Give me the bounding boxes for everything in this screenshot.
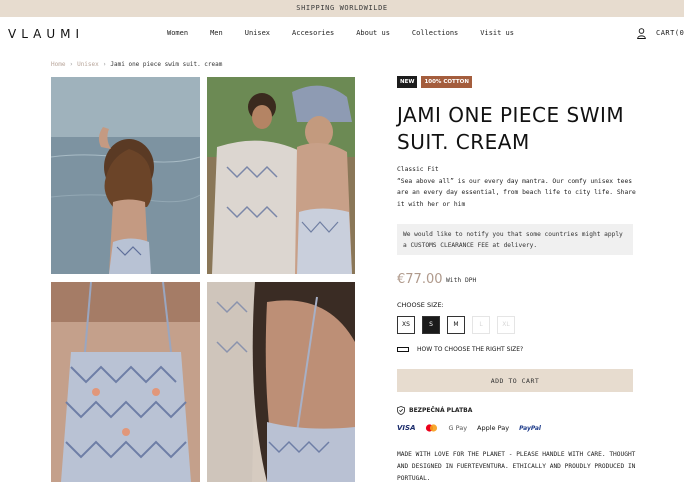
nav-item-men[interactable]: Men	[210, 29, 223, 37]
product-photo-couple[interactable]	[207, 77, 355, 274]
size-option-l[interactable]: L	[472, 316, 490, 334]
breadcrumb-separator-icon: ›	[102, 61, 107, 68]
product-fit: Classic Fit	[397, 166, 439, 173]
product-description: Classic Fit “Sea above all” is our every…	[397, 164, 637, 210]
site-logo[interactable]: VLAUMI	[8, 27, 84, 41]
badge-new: NEW	[397, 76, 418, 88]
product-price: €77.00	[397, 272, 443, 287]
add-to-cart-button[interactable]: ADD TO CART	[397, 369, 633, 392]
nav-item-women[interactable]: Women	[167, 29, 188, 37]
breadcrumb: Home › Unisex › Jami one piece swim suit. cr…	[51, 61, 222, 68]
size-option-xl[interactable]: XL	[497, 316, 515, 334]
size-selector: XS S M L XL	[397, 316, 515, 334]
breadcrumb-home[interactable]: Home	[51, 61, 65, 68]
apple-pay-icon: Apple Pay	[477, 424, 510, 432]
customs-notice: We would like to notify you that some co…	[397, 224, 633, 255]
secure-payment-label: BEZPEČNÁ PLATBA	[409, 407, 473, 414]
size-label: CHOOSE SIZE:	[397, 301, 444, 309]
product-photo-sea[interactable]	[51, 77, 200, 274]
secure-payment: BEZPEČNÁ PLATBA	[397, 406, 472, 415]
nav-item-visit-us[interactable]: Visit us	[480, 29, 514, 37]
product-care-note: MADE WITH LOVE FOR THE PLANET - PLEASE H…	[397, 451, 636, 482]
google-pay-icon: G Pay	[448, 424, 468, 432]
announcement-bar: SHIPPING WORLDWILDE	[0, 0, 684, 17]
paypal-icon: PayPal	[519, 424, 541, 432]
user-icon[interactable]	[637, 28, 646, 39]
nav-item-collections[interactable]: Collections	[412, 29, 458, 37]
size-guide-label: HOW TO CHOOSE THE RIGHT SIZE?	[417, 346, 524, 353]
site-header: VLAUMI Women Men Unisex Accesories About…	[0, 17, 684, 50]
nav-item-unisex[interactable]: Unisex	[245, 29, 270, 37]
cart-link[interactable]: CART(0)	[656, 29, 684, 37]
size-option-m[interactable]: M	[447, 316, 465, 334]
breadcrumb-section[interactable]: Unisex	[77, 61, 99, 68]
product-photo-back-detail[interactable]	[207, 282, 355, 482]
size-guide-link[interactable]: HOW TO CHOOSE THE RIGHT SIZE?	[397, 346, 523, 353]
payment-methods: VISA G Pay Apple Pay PayPal	[397, 424, 541, 432]
size-option-s[interactable]: S	[422, 316, 440, 334]
nav-item-about-us[interactable]: About us	[356, 29, 390, 37]
nav-item-accesories[interactable]: Accesories	[292, 29, 334, 37]
product-title: JAMI ONE PIECE SWIM SUIT. CREAM	[397, 103, 625, 154]
product-photo-front-detail[interactable]	[51, 282, 200, 482]
shield-icon	[397, 406, 405, 415]
badge-cotton: 100% COTTON	[421, 76, 472, 88]
price-note: With DPH	[446, 277, 477, 284]
mastercard-icon	[426, 424, 438, 432]
size-option-xs[interactable]: XS	[397, 316, 415, 334]
product-badges: NEW 100% COTTON	[397, 76, 472, 88]
breadcrumb-separator-icon: ›	[69, 61, 74, 68]
product-description-text: “Sea above all” is our every day mantra.…	[397, 177, 636, 208]
breadcrumb-current: Jami one piece swim suit. cream	[110, 61, 223, 68]
main-nav: Women Men Unisex Accesories About us Col…	[167, 29, 536, 37]
visa-icon: VISA	[397, 424, 416, 432]
ruler-icon	[397, 347, 409, 352]
